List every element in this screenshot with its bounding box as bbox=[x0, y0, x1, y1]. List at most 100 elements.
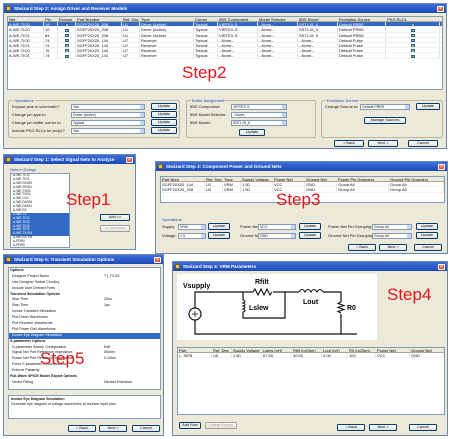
table-cell[interactable]: 1.80 bbox=[232, 353, 262, 358]
table-cell[interactable]: 67.50 bbox=[262, 353, 292, 358]
delete-rows-button[interactable]: Delete Row(s) bbox=[205, 422, 237, 429]
table-cell[interactable]: --None-- bbox=[298, 48, 338, 53]
buffer-corner-update-button[interactable]: Update bbox=[151, 119, 177, 126]
table-cell[interactable]: Driver (Active) bbox=[140, 27, 194, 32]
ground-pin-grouping-update-button[interactable]: Update bbox=[416, 232, 438, 239]
ibis-component-select[interactable]: VIRTEX-S bbox=[231, 104, 287, 110]
table-cell[interactable]: SSTL15_II bbox=[298, 27, 338, 32]
table-cell[interactable]: VCC bbox=[376, 353, 410, 358]
table-cell[interactable]: GND bbox=[410, 353, 444, 358]
column-header[interactable]: Rfilt (mOhm) bbox=[292, 348, 322, 353]
table-cell[interactable]: Group All bbox=[389, 187, 444, 192]
column-header[interactable]: Type bbox=[223, 177, 241, 182]
checkbox[interactable] bbox=[411, 44, 415, 48]
table-cell[interactable]: VRM bbox=[223, 182, 241, 187]
table-cell[interactable]: A-WE-TIO1 bbox=[8, 42, 44, 48]
expose-update-button[interactable]: Update bbox=[151, 103, 177, 110]
table-cell[interactable]: VRM bbox=[223, 187, 241, 192]
table-cell[interactable]: Typical bbox=[194, 37, 218, 42]
checkbox[interactable] bbox=[411, 33, 415, 37]
table-cell[interactable]: U1 bbox=[122, 22, 140, 27]
table-cell[interactable]: 30.00 bbox=[292, 353, 322, 358]
checkbox[interactable] bbox=[411, 49, 415, 53]
expose-select[interactable]: Yes bbox=[71, 104, 145, 110]
power-net-update-button[interactable]: Update bbox=[299, 223, 321, 230]
table-cell[interactable]: VIRTEX-S bbox=[218, 27, 258, 32]
column-header[interactable]: PKG RLCs bbox=[386, 17, 440, 22]
table-cell[interactable]: 74 bbox=[44, 42, 58, 48]
remove-button[interactable]: << Remove bbox=[100, 225, 130, 232]
step2-back-button[interactable]: < Back bbox=[334, 140, 364, 147]
table-cell[interactable]: SGFF20X20_208 bbox=[76, 22, 122, 27]
table-cell[interactable]: Default Pulse bbox=[338, 37, 386, 42]
table-cell[interactable]: SGFF20X20_144 bbox=[76, 48, 122, 53]
table-cell[interactable]: Group All bbox=[337, 187, 389, 192]
checkbox[interactable] bbox=[411, 28, 415, 32]
buffer-update-button[interactable]: Update bbox=[239, 129, 265, 136]
close-icon[interactable]: × bbox=[438, 163, 445, 170]
pin-type-select[interactable]: Driver (Active) bbox=[71, 112, 145, 118]
table-cell[interactable]: --None-- bbox=[258, 42, 298, 48]
table-cell[interactable]: A-WE-TIO1 bbox=[8, 53, 44, 58]
step5-back-button[interactable]: < Back bbox=[68, 425, 96, 432]
column-header[interactable]: Supply Voltage bbox=[241, 177, 273, 182]
table-cell[interactable]: Receiver bbox=[140, 37, 194, 42]
table-cell[interactable]: A-WE-TIO0 bbox=[8, 48, 44, 53]
checkbox[interactable] bbox=[411, 38, 415, 42]
column-header[interactable]: Excitation Source bbox=[338, 17, 386, 22]
table-row[interactable]: L_SIP8 U5 1.80 67.50 30.00 4.00 100 VCC GND bbox=[178, 353, 444, 359]
table-cell[interactable]: Default Pulse bbox=[338, 48, 386, 53]
table-cell[interactable]: Group All bbox=[389, 182, 444, 187]
table-cell[interactable]: --None-- bbox=[258, 48, 298, 53]
column-header[interactable]: Ref. Des bbox=[122, 17, 140, 22]
table-cell[interactable]: Default PRBS bbox=[338, 27, 386, 32]
source-select[interactable]: Default PRBS bbox=[360, 104, 410, 110]
checkbox[interactable] bbox=[65, 28, 69, 32]
table-cell[interactable] bbox=[58, 37, 76, 42]
power-net-select[interactable]: VCC bbox=[258, 224, 296, 230]
ground-net-update-button[interactable]: Update bbox=[299, 232, 321, 239]
table-cell[interactable]: Typical bbox=[194, 48, 218, 53]
close-icon[interactable]: × bbox=[438, 263, 445, 270]
option-value[interactable]: 1ps bbox=[104, 303, 110, 309]
table-cell[interactable]: 74 bbox=[44, 53, 58, 58]
column-header[interactable]: Lout (nH) bbox=[322, 348, 348, 353]
table-cell[interactable]: --None-- bbox=[258, 53, 298, 58]
table-cell[interactable]: Typical bbox=[194, 42, 218, 48]
table-cell[interactable]: SGFF20X20_144 bbox=[161, 182, 205, 187]
table-cell[interactable] bbox=[58, 32, 76, 37]
table-cell[interactable]: SGFF20X20_208 bbox=[76, 27, 122, 32]
step5-next-button[interactable]: Next > bbox=[99, 425, 127, 432]
add-button[interactable]: Add >> bbox=[100, 214, 130, 221]
table-cell[interactable] bbox=[58, 42, 76, 48]
table-cell[interactable]: 1.50 bbox=[241, 182, 273, 187]
table-cell[interactable]: A-WE-TIO0 bbox=[8, 27, 44, 32]
table-cell[interactable] bbox=[386, 37, 440, 42]
table-cell[interactable] bbox=[386, 27, 440, 32]
column-header[interactable]: Lslew (nH) bbox=[262, 348, 292, 353]
table-cell[interactable] bbox=[386, 42, 440, 48]
column-header[interactable]: Part Number bbox=[76, 17, 122, 22]
table-cell[interactable] bbox=[386, 32, 440, 37]
pin-type-update-button[interactable]: Update bbox=[151, 111, 177, 118]
table-cell[interactable]: L_SIP8 bbox=[178, 353, 212, 358]
column-header[interactable]: Ground Pin Grouping bbox=[389, 177, 444, 182]
table-cell[interactable]: GND bbox=[305, 182, 337, 187]
column-header[interactable]: Supply Voltage bbox=[232, 348, 262, 353]
column-header[interactable]: Expose bbox=[58, 17, 76, 22]
table-cell[interactable]: A-WE-TIO1 bbox=[8, 32, 44, 37]
pkg-update-button[interactable]: Update bbox=[151, 127, 177, 134]
table-cell[interactable]: U1 bbox=[122, 27, 140, 32]
checkbox[interactable] bbox=[65, 49, 69, 53]
table-cell[interactable]: --None-- bbox=[218, 53, 258, 58]
voltage-update-button[interactable]: Update bbox=[208, 232, 230, 239]
table-cell[interactable]: 19 bbox=[44, 22, 58, 27]
buffer-corner-select[interactable]: Typical bbox=[71, 120, 145, 126]
table-cell[interactable]: Typical bbox=[194, 22, 218, 27]
tree-item[interactable]: Vector Fitting Neutral Extension bbox=[9, 380, 160, 386]
source-update-button[interactable]: Update bbox=[416, 103, 440, 110]
table-cell[interactable]: U7 bbox=[122, 48, 140, 53]
table-cell[interactable]: --None-- bbox=[218, 48, 258, 53]
supply-update-button[interactable]: Update bbox=[208, 223, 230, 230]
pkg-select[interactable]: Yes bbox=[71, 128, 145, 134]
